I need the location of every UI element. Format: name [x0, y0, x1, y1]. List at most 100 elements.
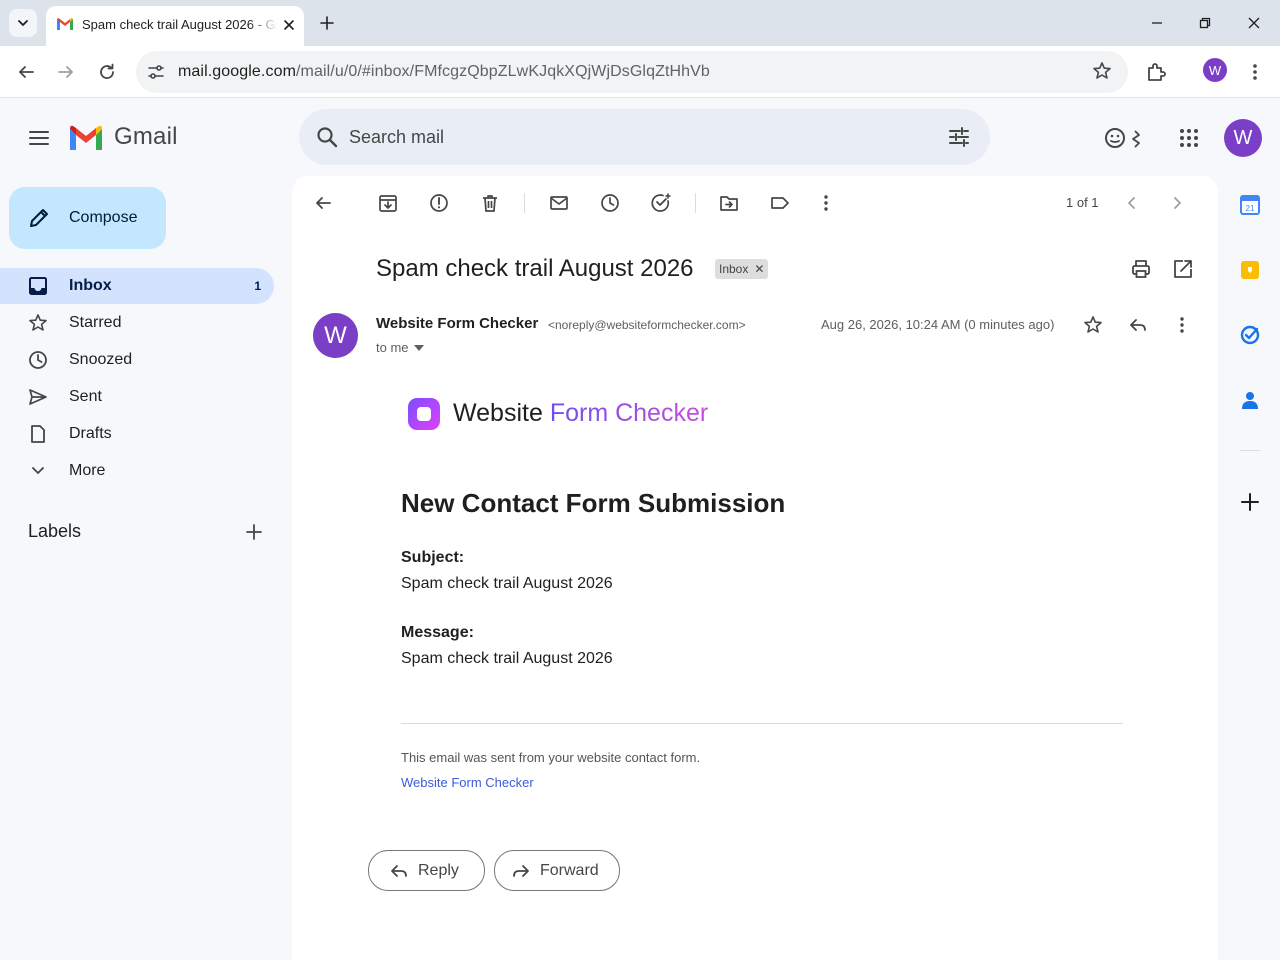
sidebar-item-more[interactable]: More	[0, 453, 274, 489]
tab-close-button[interactable]	[280, 16, 298, 34]
back-button[interactable]	[12, 58, 40, 86]
search-input[interactable]	[349, 109, 929, 165]
sidebar-item-drafts[interactable]: Drafts	[0, 416, 274, 452]
report-spam-button[interactable]	[428, 192, 450, 214]
brand-name-part-2: Form Checker	[549, 399, 709, 427]
open-in-new-window-icon[interactable]	[1172, 258, 1194, 280]
reply-quick-button[interactable]	[1127, 314, 1149, 336]
contacts-app-button[interactable]	[1239, 389, 1261, 411]
mark-unread-button[interactable]	[548, 192, 570, 214]
plus-icon	[1241, 493, 1259, 511]
window-close-button[interactable]	[1243, 12, 1265, 34]
body-divider	[401, 723, 1123, 724]
message-field-value: Spam check trail August 2026	[401, 650, 613, 667]
message-subject: Spam check trail August 2026	[376, 255, 694, 282]
forward-label: Forward	[540, 861, 599, 879]
browser-tab-strip: Spam check trail August 2026 - Gmail	[0, 0, 1280, 46]
star-message-button[interactable]	[1082, 314, 1104, 336]
sidebar-item-label: Starred	[69, 314, 122, 331]
status-button[interactable]	[1101, 124, 1147, 152]
forward-icon	[513, 864, 529, 877]
toolbar-divider	[695, 193, 696, 213]
app-name: Gmail	[114, 123, 178, 150]
footer-link[interactable]: Website Form Checker	[401, 775, 534, 790]
sidebar-item-starred[interactable]: Starred	[0, 305, 274, 341]
more-vert-icon[interactable]	[1246, 60, 1264, 84]
sender-name[interactable]: Website Form Checker	[376, 315, 538, 332]
send-icon	[28, 387, 48, 407]
browser-tab[interactable]: Spam check trail August 2026 - Gmail	[46, 6, 304, 46]
toolbar-divider	[524, 193, 525, 213]
print-icon[interactable]	[1130, 258, 1152, 280]
sidebar-item-label: Sent	[69, 388, 102, 405]
reload-button[interactable]	[93, 58, 121, 86]
add-to-tasks-button[interactable]	[650, 192, 672, 214]
sidebar-item-label: Inbox	[69, 277, 112, 294]
more-options-button[interactable]	[815, 192, 837, 214]
gmail-favicon-icon	[57, 18, 73, 30]
create-label-button[interactable]	[244, 522, 264, 542]
brand-logo-icon	[408, 398, 440, 430]
subject-field-value: Spam check trail August 2026	[401, 575, 613, 592]
brand-name-part-1: Website	[453, 399, 550, 427]
apps-button[interactable]	[1175, 124, 1203, 152]
keep-app-button[interactable]	[1239, 259, 1261, 281]
recipient-details-toggle[interactable]: to me	[376, 340, 424, 355]
older-button[interactable]	[1166, 192, 1188, 214]
sidebar-item-sent[interactable]: Sent	[0, 379, 274, 415]
remove-label-icon[interactable]: ✕	[754, 262, 764, 276]
search-options-icon[interactable]	[947, 125, 971, 149]
search-icon[interactable]	[315, 125, 339, 149]
archive-button[interactable]	[377, 192, 399, 214]
sidebar-item-snoozed[interactable]: Snoozed	[0, 342, 274, 378]
mail-icon	[550, 196, 568, 210]
folder-move-icon	[720, 196, 738, 211]
brand-name: Website Form Checker	[453, 399, 708, 428]
account-avatar[interactable]: W	[1224, 119, 1262, 157]
move-to-button[interactable]	[718, 192, 740, 214]
site-info-icon[interactable]	[146, 62, 166, 82]
chevron-right-icon	[1174, 197, 1181, 209]
labels-button[interactable]	[769, 192, 791, 214]
sender-avatar[interactable]: W	[313, 313, 358, 358]
newer-button[interactable]	[1121, 192, 1143, 214]
recipient-text: to me	[376, 340, 409, 355]
message-field-label: Message:	[401, 624, 474, 641]
arrow-right-icon	[58, 66, 73, 78]
main-menu-button[interactable]	[26, 125, 52, 151]
forward-nav-button[interactable]	[52, 58, 80, 86]
tab-search-button[interactable]	[9, 9, 37, 37]
inbox-label-chip[interactable]: Inbox ✕	[715, 259, 769, 279]
calendar-app-button[interactable]: 21	[1239, 194, 1261, 216]
browser-profile-avatar[interactable]: W	[1203, 58, 1227, 82]
label-icon	[771, 197, 789, 209]
close-icon	[284, 20, 294, 30]
forward-button[interactable]: Forward	[494, 850, 620, 891]
compose-button[interactable]: Compose	[9, 187, 166, 249]
sidebar-item-inbox[interactable]: Inbox 1	[0, 268, 274, 304]
plus-icon	[246, 524, 262, 540]
more-vert-icon	[824, 195, 828, 211]
address-bar[interactable]: mail.google.com/mail/u/0/#inbox/FMfcgzQb…	[136, 51, 1128, 93]
clock-icon	[28, 350, 48, 370]
back-to-inbox-button[interactable]	[312, 192, 334, 214]
message-more-button[interactable]	[1171, 314, 1193, 336]
plus-icon	[320, 16, 334, 30]
star-icon	[1084, 316, 1102, 333]
new-tab-button[interactable]	[316, 12, 338, 34]
sidebar-item-label: Drafts	[69, 425, 112, 442]
reply-button[interactable]: Reply	[368, 850, 485, 891]
snooze-button[interactable]	[599, 192, 621, 214]
minimize-button[interactable]	[1146, 12, 1168, 34]
caret-down-icon	[413, 344, 424, 351]
bookmark-star-icon[interactable]	[1092, 61, 1112, 81]
gmail-logo-icon[interactable]	[68, 124, 104, 152]
apps-grid-icon	[1180, 129, 1198, 147]
get-addons-button[interactable]	[1239, 491, 1261, 513]
message-date: Aug 26, 2026, 10:24 AM (0 minutes ago)	[821, 317, 1055, 332]
extensions-icon[interactable]	[1144, 60, 1168, 84]
keep-notes-icon	[1241, 261, 1259, 279]
tasks-app-button[interactable]	[1239, 324, 1261, 346]
restore-button[interactable]	[1194, 12, 1216, 34]
delete-button[interactable]	[479, 192, 501, 214]
